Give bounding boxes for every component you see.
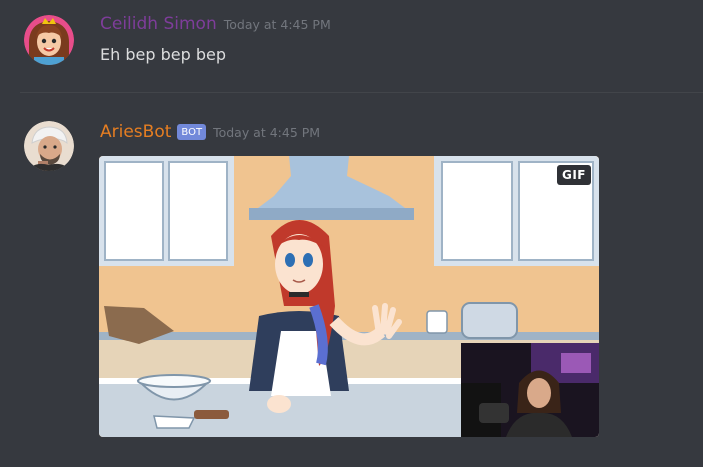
message-text: Eh bep bep bep: [100, 45, 226, 64]
username[interactable]: AriesBot: [100, 121, 171, 143]
bot-tag: BOT: [177, 124, 207, 140]
gif-embed[interactable]: GIF: [99, 156, 599, 437]
message-ariesbot: AriesBot BOT Today at 4:45 PM GIF: [0, 94, 703, 467]
message-divider: [20, 92, 703, 93]
gif-badge: GIF: [556, 165, 591, 185]
message-header: AriesBot BOT Today at 4:45 PM: [100, 121, 320, 143]
timestamp: Today at 4:45 PM: [223, 17, 331, 32]
message-ceilidh: Ceilidh Simon Today at 4:45 PM Eh bep be…: [0, 0, 703, 92]
chat-messages: Ceilidh Simon Today at 4:45 PM Eh bep be…: [0, 0, 703, 467]
timestamp: Today at 4:45 PM: [213, 125, 321, 140]
message-header: Ceilidh Simon Today at 4:45 PM: [100, 13, 331, 35]
username[interactable]: Ceilidh Simon: [100, 13, 217, 35]
user-avatar-icon[interactable]: [24, 15, 74, 65]
bot-avatar-icon[interactable]: [24, 121, 74, 171]
webcam-overlay-image: [461, 343, 599, 437]
